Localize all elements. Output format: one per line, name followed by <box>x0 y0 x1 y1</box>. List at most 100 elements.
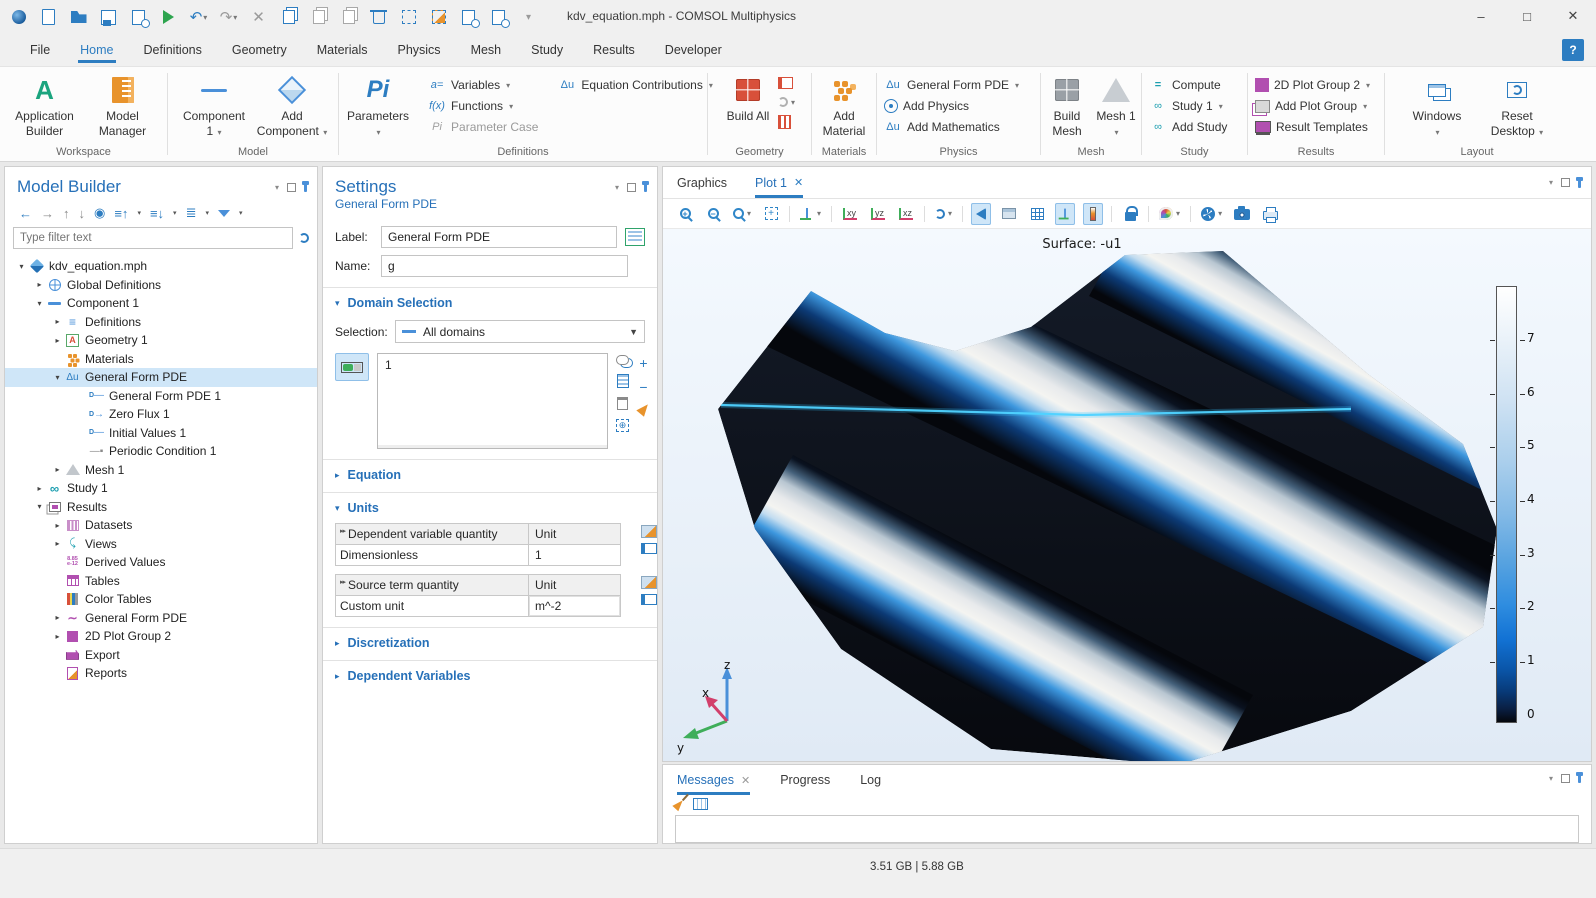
open-table-icon[interactable] <box>693 798 708 810</box>
tab-definitions[interactable]: Definitions <box>142 37 204 63</box>
zoom-box-icon[interactable]: ▾ <box>731 203 753 225</box>
tree-item-results-pde[interactable]: ▸∼General Form PDE <box>5 609 317 628</box>
build-all-button[interactable]: Build All <box>724 71 772 128</box>
table-row[interactable]: Dimensionless 1 <box>336 545 620 565</box>
model-tree-nodes-icon[interactable]: ≣ <box>186 205 197 221</box>
sort-icon[interactable]: ▸▸ <box>340 578 345 586</box>
zoom-in-icon[interactable]: + <box>675 203 695 225</box>
pin-icon[interactable] <box>644 182 647 192</box>
partition-icon[interactable] <box>778 115 791 129</box>
physics-interface-button[interactable]: ΔuGeneral Form PDE▾ <box>881 77 1022 93</box>
tab-developer[interactable]: Developer <box>663 37 724 63</box>
tab-results[interactable]: Results <box>591 37 637 63</box>
help-button[interactable]: ? <box>1562 39 1584 61</box>
scene-light-icon[interactable] <box>971 203 991 225</box>
table-row[interactable]: Custom unit m^-2 <box>336 596 620 616</box>
add-mathematics-button[interactable]: ΔuAdd Mathematics <box>881 119 1022 135</box>
open-file-icon[interactable] <box>70 9 87 26</box>
paste-selection-icon[interactable] <box>617 397 628 410</box>
float-panel-icon[interactable] <box>287 183 296 192</box>
tree-item-initial-values1[interactable]: D—Initial Values 1 <box>5 424 317 443</box>
add-material-button[interactable]: Add Material <box>814 71 874 143</box>
label-input[interactable] <box>381 226 617 248</box>
toolbar-overflow-icon[interactable]: ▾ <box>520 9 537 26</box>
add-component-button[interactable]: Add Component ▾ <box>254 71 330 143</box>
reset-desktop-button[interactable]: Reset Desktop ▾ <box>1485 71 1549 143</box>
tree-item-reports[interactable]: Reports <box>5 664 317 683</box>
variables-button[interactable]: a=Variables▾ <box>425 77 541 93</box>
expander-icon[interactable]: ▾ <box>33 502 46 511</box>
panel-menu-icon[interactable]: ▾ <box>1549 178 1553 187</box>
cut-icon[interactable]: ✕ <box>250 9 267 26</box>
clear-selection-icon[interactable] <box>636 401 651 417</box>
show-axis-orientation-icon[interactable] <box>1055 203 1075 225</box>
remove-from-selection-icon[interactable]: − <box>636 379 651 394</box>
rename-icon[interactable] <box>625 228 645 246</box>
preview-icon[interactable] <box>460 9 477 26</box>
parameter-case-button[interactable]: PiParameter Case <box>425 119 541 135</box>
view-xy-icon[interactable]: xy <box>840 203 860 225</box>
clear-selection-icon[interactable] <box>430 9 447 26</box>
collapse-icon[interactable]: ≡↑ <box>114 206 128 221</box>
tree-item-root[interactable]: ▾kdv_equation.mph <box>5 257 317 276</box>
add-to-selection-icon[interactable]: + <box>636 355 651 370</box>
close-tab-icon[interactable]: ✕ <box>741 774 750 787</box>
add-physics-button[interactable]: Add Physics <box>881 98 1022 114</box>
expander-icon[interactable]: ▾ <box>15 262 28 271</box>
graphics-canvas[interactable]: Surface: -u1 <box>663 229 1591 761</box>
snapshot-icon[interactable] <box>1232 203 1252 225</box>
show-color-legend-icon[interactable] <box>1083 203 1103 225</box>
back-icon[interactable]: ← <box>19 206 32 221</box>
tree-item-color-tables[interactable]: Color Tables <box>5 590 317 609</box>
tab-progress[interactable]: Progress <box>780 765 830 795</box>
dependent-variables-header[interactable]: ▸Dependent Variables <box>335 669 645 683</box>
sort-icon[interactable]: ▸▸ <box>340 527 345 535</box>
expander-icon[interactable]: ▸ <box>51 317 64 326</box>
maximize-button[interactable]: □ <box>1504 0 1550 32</box>
tree-item-tables[interactable]: Tables <box>5 572 317 591</box>
compute-button[interactable]: =Compute <box>1146 77 1230 93</box>
select-box-icon[interactable] <box>400 9 417 26</box>
tree-item-periodic-condition1[interactable]: —▪Periodic Condition 1 <box>5 442 317 461</box>
tree-item-general-form-pde[interactable]: ▾ΔuGeneral Form PDE <box>5 368 317 387</box>
unit-cell[interactable]: m^-2 <box>528 596 620 616</box>
insert-unit-icon[interactable] <box>641 543 657 554</box>
result-templates-button[interactable]: Result Templates <box>1252 119 1373 135</box>
close-button[interactable]: ✕ <box>1550 0 1596 32</box>
application-builder-button[interactable]: A Application Builder <box>7 71 83 143</box>
tab-mesh[interactable]: Mesh <box>469 37 504 63</box>
tree-filter-input[interactable] <box>13 227 293 249</box>
update-plot-icon[interactable]: ▾ <box>1199 203 1224 225</box>
quantity-cell[interactable]: Custom unit <box>336 596 528 616</box>
paste-icon[interactable] <box>310 9 327 26</box>
delete-icon[interactable] <box>370 9 387 26</box>
dropdown-caret[interactable]: ▾ <box>205 209 209 217</box>
model-manager-button[interactable]: Model Manager <box>85 71 161 143</box>
expander-icon[interactable]: ▸ <box>51 336 64 345</box>
expander-icon[interactable]: ▸ <box>51 613 64 622</box>
show-icon[interactable]: ◉ <box>94 205 105 221</box>
pin-icon[interactable] <box>304 182 307 192</box>
run-icon[interactable] <box>160 9 177 26</box>
save-as-icon[interactable] <box>130 9 147 26</box>
panel-menu-icon[interactable]: ▾ <box>275 183 279 192</box>
study1-button[interactable]: ∞Study 1▾ <box>1146 98 1230 114</box>
tab-messages[interactable]: Messages✕ <box>677 765 750 795</box>
copy-selection-icon[interactable] <box>617 374 629 388</box>
expander-icon[interactable]: ▾ <box>51 373 64 382</box>
clear-messages-icon[interactable] <box>672 797 685 811</box>
expander-icon[interactable]: ▸ <box>51 632 64 641</box>
pin-icon[interactable] <box>1578 773 1581 783</box>
zoom-to-selection-icon[interactable]: ⊕ <box>616 419 629 432</box>
redo-icon[interactable]: ↷▾ <box>220 9 237 26</box>
equation-contributions-button[interactable]: ΔuEquation Contributions▾ <box>555 77 715 93</box>
expander-icon[interactable]: ▸ <box>51 521 64 530</box>
tree-item-component1[interactable]: ▾Component 1 <box>5 294 317 313</box>
tab-home[interactable]: Home <box>78 37 115 63</box>
units-header[interactable]: ▾Units <box>335 501 645 515</box>
filter-icon[interactable] <box>218 210 230 217</box>
expand-icon[interactable]: ≡↓ <box>150 206 164 221</box>
float-panel-icon[interactable] <box>627 183 636 192</box>
domain-selection-list[interactable]: 1 <box>377 353 608 449</box>
update-geometry-icon[interactable] <box>778 97 788 107</box>
